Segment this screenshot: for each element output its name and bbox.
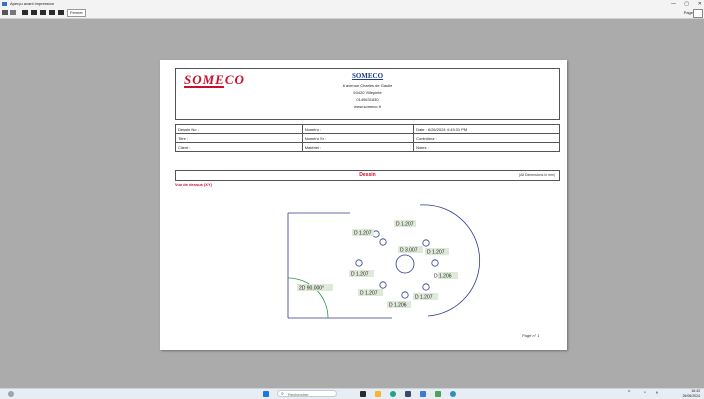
app-icon-blue[interactable] (420, 391, 426, 397)
app-icon-teal[interactable] (450, 391, 456, 397)
hole-label: D 1.207 (396, 222, 414, 228)
hole-6 (355, 259, 363, 267)
hole-label: D 1.206 (434, 274, 452, 280)
weather-icon[interactable] (8, 391, 14, 397)
page-one-icon[interactable] (22, 10, 28, 15)
part-drawing: D 1.207 D 1.207 D 3.007 D 1.207 D 1.207 … (287, 204, 481, 319)
preview-toolbar: Fermer Page (0, 8, 704, 19)
hole-label: D 1.207 (354, 231, 372, 237)
hole-label: D 1.207 (360, 291, 378, 297)
search-icon: ⌕ (281, 391, 284, 397)
hole-8 (401, 291, 409, 299)
file-explorer-icon[interactable] (375, 391, 381, 397)
page-four-icon[interactable] (49, 10, 55, 15)
store-icon[interactable] (405, 391, 411, 397)
page-label: Page (683, 10, 693, 15)
taskbar: Rechercher ⌕ ^ ◔ ◑ 16:43 26/06/2024 (0, 388, 704, 399)
zoom-icon[interactable] (10, 10, 16, 15)
volume-icon[interactable]: ◑ (655, 390, 658, 396)
hole-2 (379, 238, 387, 246)
window-title: Aperçu avant impression (10, 1, 55, 6)
edge-icon[interactable] (390, 391, 396, 397)
app-icon (2, 2, 7, 6)
hole-4 (431, 259, 439, 267)
page-number-input[interactable] (693, 9, 703, 18)
page-number: Page n° 1 (522, 333, 540, 338)
hole-label: D 1.206 (389, 303, 407, 309)
app-icon-green[interactable] (435, 391, 441, 397)
task-view-icon[interactable] (360, 391, 366, 397)
print-page: SOMECO SOMECO 6 avenue Charles de Gaulle… (160, 60, 567, 350)
maximize-button[interactable]: ▢ (684, 0, 689, 8)
hole-label: D 1.207 (427, 250, 445, 256)
network-icon[interactable]: ◔ (643, 390, 646, 396)
hole-label: D 3.007 (400, 248, 418, 254)
hole-5 (422, 283, 430, 291)
hole-3 (422, 239, 430, 247)
hole-center (395, 254, 415, 274)
hole-7 (379, 281, 387, 289)
print-icon[interactable] (2, 10, 8, 15)
angle-label: 2D 90.000° (299, 286, 324, 292)
clock-date: 26/06/2024 (682, 394, 700, 398)
page-six-icon[interactable] (58, 10, 64, 15)
page-three-icon[interactable] (40, 10, 46, 15)
minimize-button[interactable]: — (671, 0, 676, 8)
hole-label: D 1.207 (415, 295, 433, 301)
page-two-icon[interactable] (31, 10, 37, 15)
chevron-up-icon[interactable]: ^ (628, 390, 630, 396)
taskbar-search[interactable]: Rechercher (277, 390, 337, 397)
start-icon[interactable] (263, 391, 269, 397)
window-titlebar: Aperçu avant impression — ▢ ✕ (0, 0, 704, 8)
close-preview-button[interactable]: Fermer (67, 9, 86, 17)
hole-label: D 1.207 (351, 272, 369, 278)
close-button[interactable]: ✕ (698, 0, 702, 8)
